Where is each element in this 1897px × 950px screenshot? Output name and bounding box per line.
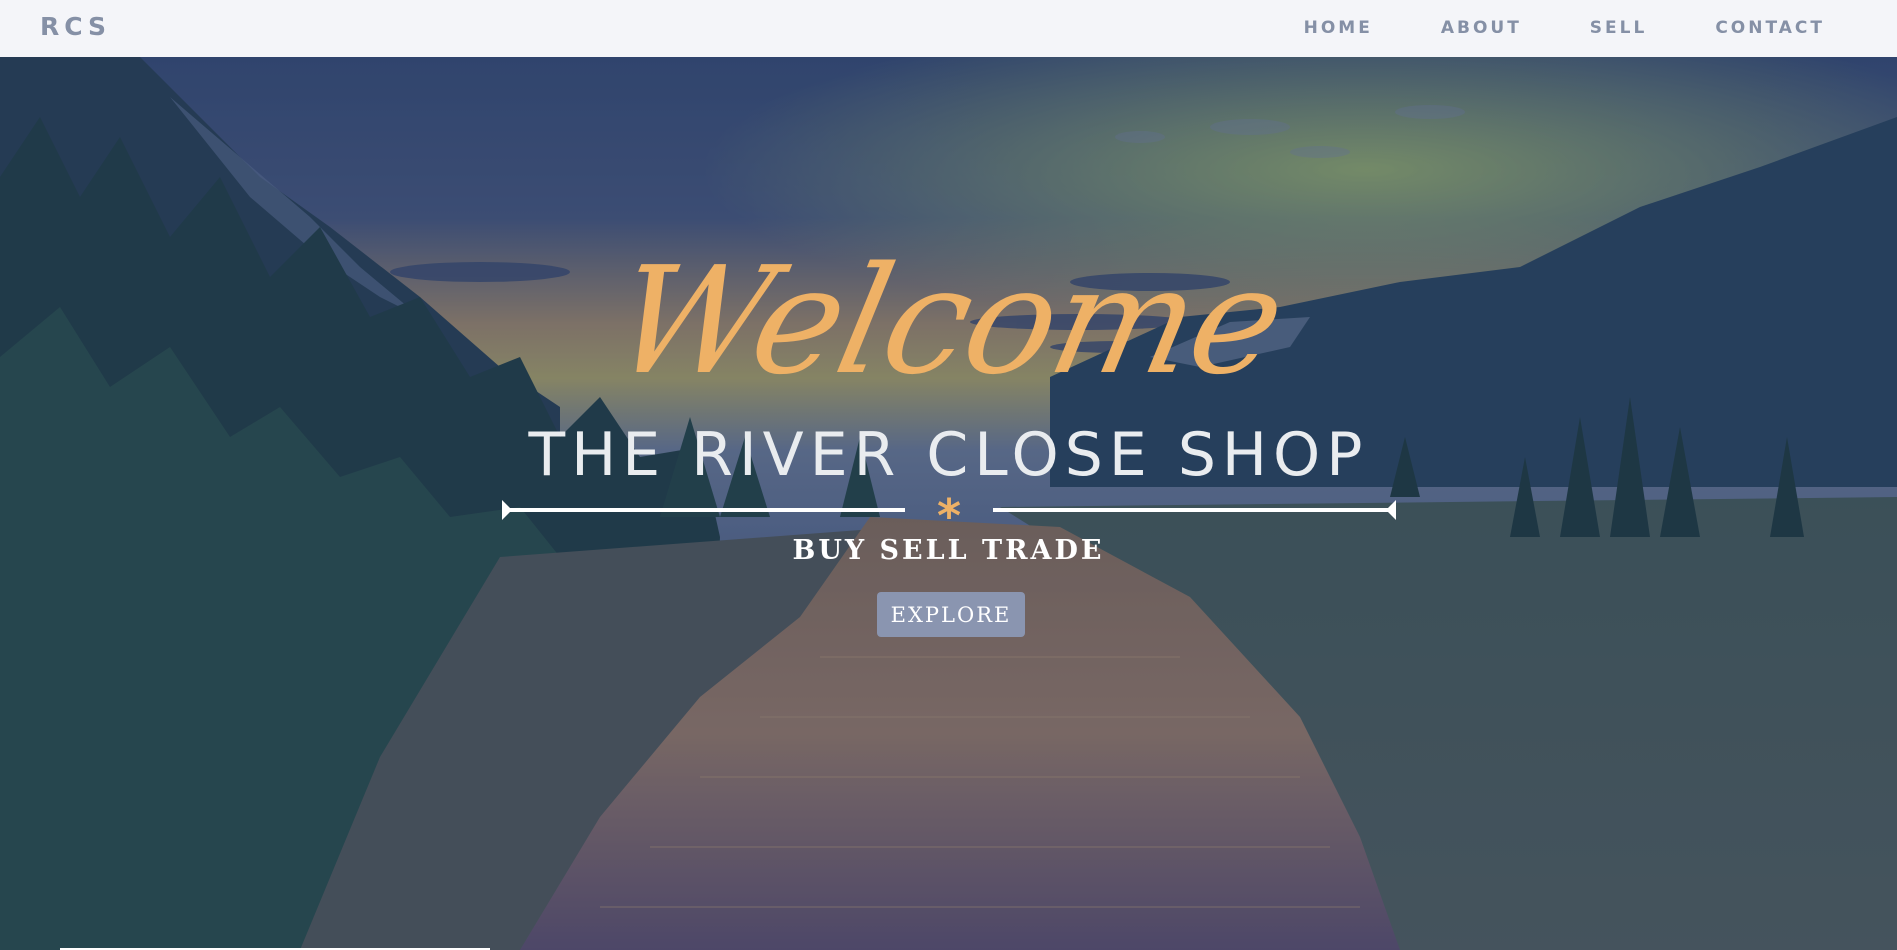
welcome-script-heading: Welcome [599,235,1298,407]
hero-color-overlay [0,57,1897,950]
brand-logo[interactable]: RCS [40,12,111,41]
tagline: BUY SELL TRADE [792,535,1105,566]
nav-link-contact[interactable]: CONTACT [1715,18,1825,38]
main-nav: HOME ABOUT SELL CONTACT [1304,18,1825,38]
nav-link-home[interactable]: HOME [1304,18,1373,38]
shop-title: THE RIVER CLOSE SHOP [528,420,1369,490]
nav-link-sell[interactable]: SELL [1590,18,1648,38]
top-navbar: RCS HOME ABOUT SELL CONTACT [0,0,1897,57]
explore-button[interactable]: EXPLORE [877,592,1025,637]
nav-link-about[interactable]: ABOUT [1441,18,1522,38]
hero-section: Welcome THE RIVER CLOSE SHOP * BUY SELL … [0,57,1897,950]
